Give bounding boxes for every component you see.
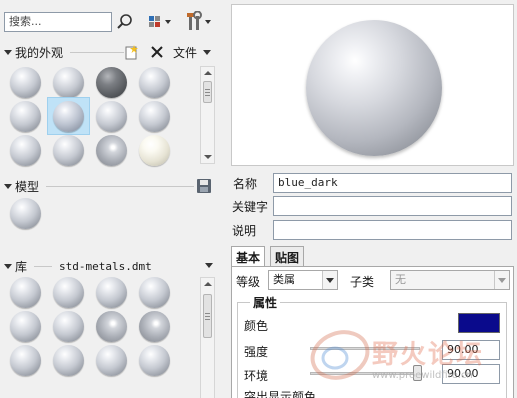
subclass-label: 子类 <box>350 275 375 289</box>
appearance-swatch[interactable] <box>10 135 41 166</box>
my-appearance-title: 我的外观 <box>15 46 64 60</box>
appearance-swatch[interactable] <box>53 101 84 132</box>
subclass-select[interactable]: 无 <box>390 270 510 290</box>
scroll-up-icon[interactable] <box>204 71 212 75</box>
model-appearance-swatch[interactable] <box>10 198 41 229</box>
appearance-swatch[interactable] <box>139 277 170 308</box>
appearance-swatch[interactable] <box>53 277 84 308</box>
my-appearance-header[interactable]: 我的外观 <box>4 44 124 61</box>
library-scrollbar[interactable] <box>200 277 215 398</box>
preview-sphere <box>306 20 442 156</box>
appearance-swatch[interactable] <box>10 67 41 98</box>
scroll-down-icon[interactable] <box>204 155 212 159</box>
scroll-up-icon[interactable] <box>204 282 212 286</box>
appearance-swatch[interactable] <box>139 67 170 98</box>
library-file: std-metals.dmt <box>59 260 152 273</box>
name-label: 名称 <box>233 177 258 191</box>
intensity-label: 强度 <box>244 345 269 359</box>
appearance-swatch[interactable] <box>53 311 84 342</box>
description-field[interactable] <box>273 220 512 240</box>
color-label: 颜色 <box>244 319 269 333</box>
library-title: 库 <box>15 260 28 274</box>
library-menu-chevron-icon[interactable] <box>205 263 213 268</box>
class-label: 等级 <box>236 275 261 289</box>
name-field[interactable]: blue_dark <box>273 173 512 193</box>
file-menu-chevron-icon[interactable] <box>203 50 211 55</box>
color-swatch[interactable] <box>458 313 500 333</box>
description-label: 说明 <box>232 224 257 238</box>
appearance-swatch[interactable] <box>96 277 127 308</box>
appearance-swatch[interactable] <box>139 345 170 376</box>
keyword-label: 关键字 <box>232 200 269 214</box>
appearance-swatch[interactable] <box>10 277 41 308</box>
appearance-swatch[interactable] <box>96 67 127 98</box>
delete-icon[interactable] <box>150 44 164 60</box>
appearance-swatch[interactable] <box>96 345 127 376</box>
preview-pane <box>231 4 514 166</box>
appearance-swatch[interactable] <box>139 135 170 166</box>
save-icon[interactable] <box>196 178 212 194</box>
class-select[interactable]: 类属 <box>268 270 338 290</box>
file-menu[interactable]: 文件 <box>173 44 197 61</box>
appearance-swatch[interactable] <box>53 345 84 376</box>
watermark-url: www.proewildfire.cn <box>372 370 473 381</box>
appearance-swatch[interactable] <box>96 101 127 132</box>
scroll-thumb[interactable] <box>203 81 212 103</box>
appearance-swatch[interactable] <box>139 101 170 132</box>
ambient-label: 环境 <box>244 369 269 383</box>
my-appearance-scrollbar[interactable] <box>200 66 215 164</box>
library-header[interactable]: 库 std-metals.dmt <box>4 258 204 275</box>
highlight-color-label: 突出显示颜色 <box>244 390 317 398</box>
new-appearance-icon[interactable] <box>124 44 140 60</box>
appearance-swatch[interactable] <box>53 135 84 166</box>
search-icon[interactable] <box>116 13 134 31</box>
collapse-icon[interactable] <box>4 184 12 189</box>
watermark-logo <box>305 320 375 390</box>
attributes-title: 属性 <box>250 294 281 311</box>
appearance-swatch[interactable] <box>10 345 41 376</box>
tab-texture[interactable]: 贴图 <box>270 246 305 266</box>
search-input[interactable]: 搜索... <box>4 12 112 32</box>
tools-icon[interactable] <box>186 10 214 33</box>
collapse-icon[interactable] <box>4 50 12 55</box>
appearance-swatch[interactable] <box>96 135 127 166</box>
model-header[interactable]: 模型 <box>4 178 194 195</box>
collapse-icon[interactable] <box>4 264 12 269</box>
scroll-thumb[interactable] <box>203 294 212 338</box>
appearance-swatch[interactable] <box>10 311 41 342</box>
display-style-icon[interactable] <box>146 13 174 31</box>
appearance-swatch[interactable] <box>96 311 127 342</box>
tab-basic[interactable]: 基本 <box>231 246 266 267</box>
chevron-down-icon <box>498 278 506 283</box>
appearance-swatch[interactable] <box>139 311 170 342</box>
chevron-down-icon <box>326 278 334 283</box>
keyword-field[interactable] <box>273 196 512 216</box>
model-title: 模型 <box>15 180 40 194</box>
watermark-title: 野火论坛 <box>372 340 485 370</box>
appearance-swatch[interactable] <box>10 101 41 132</box>
appearance-swatch[interactable] <box>53 67 84 98</box>
